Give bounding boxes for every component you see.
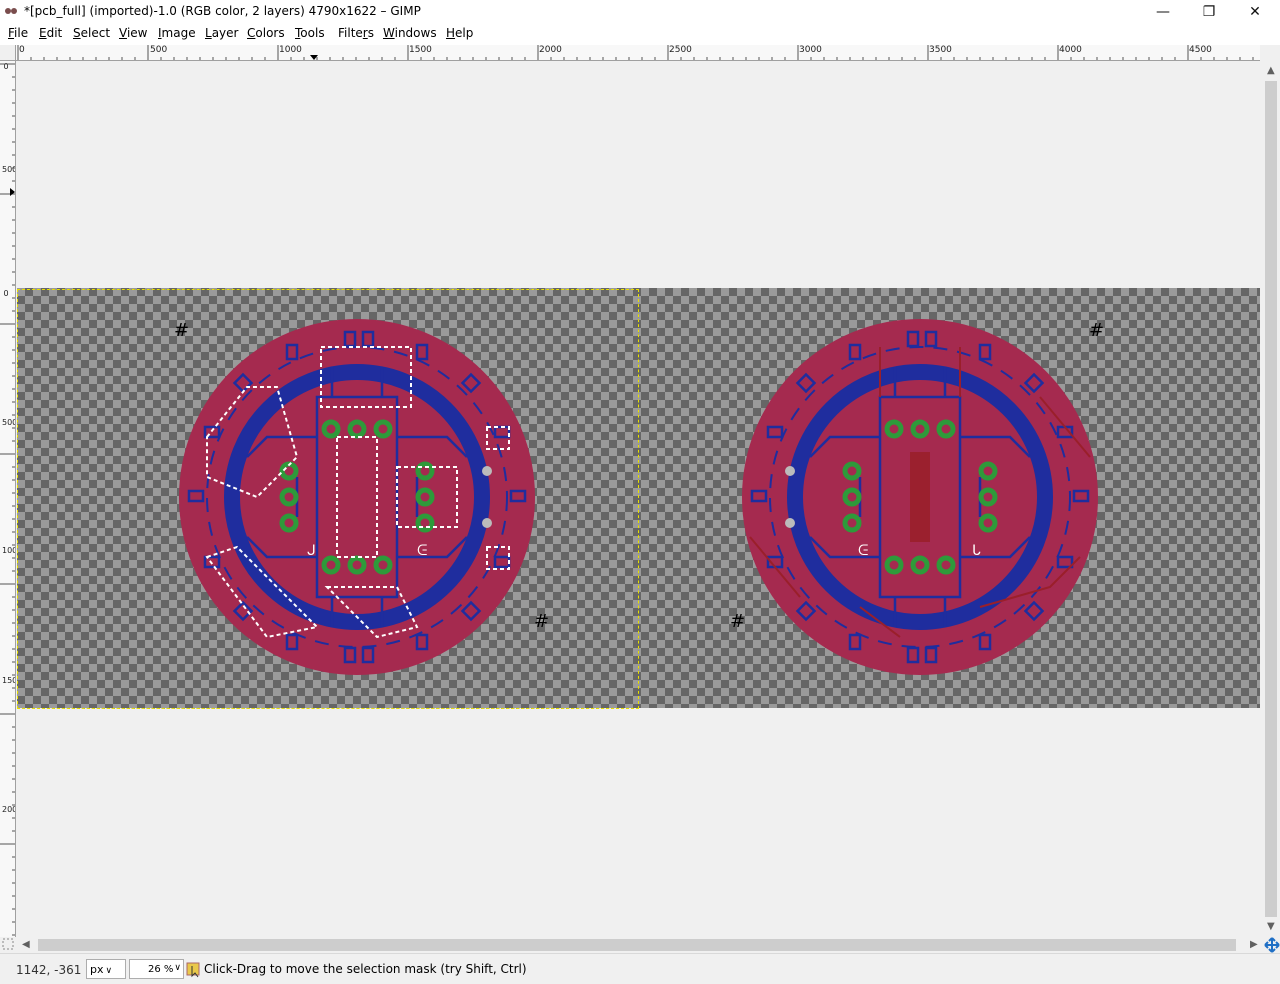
menu-edit[interactable]: Edit xyxy=(39,26,62,40)
quick-mask-toggle[interactable] xyxy=(0,45,16,61)
pcb-bottom-layer: ᕮ ᒐ xyxy=(742,319,1098,675)
horizontal-ruler[interactable]: 0 500 1000 1500 2000 2500 3000 3500 4000… xyxy=(16,45,1260,61)
close-button[interactable]: ✕ xyxy=(1232,0,1278,23)
restore-button[interactable]: ❐ xyxy=(1186,0,1232,23)
window-title: *[pcb_full] (imported)-1.0 (RGB color, 2… xyxy=(24,4,421,18)
menu-help[interactable]: Help xyxy=(446,26,473,40)
horizontal-scroll-thumb[interactable] xyxy=(38,939,1236,951)
zoom-dropdown[interactable]: 26 % ∨ xyxy=(129,959,184,979)
scroll-left-icon[interactable]: ◀ xyxy=(22,939,30,950)
registration-mark: # xyxy=(1089,320,1104,341)
horizontal-scrollbar[interactable]: ◀ ▶ xyxy=(16,937,1260,953)
minimize-icon: — xyxy=(1156,3,1170,20)
silkscreen-text: ᕮ xyxy=(858,543,868,559)
scroll-down-icon[interactable]: ▼ xyxy=(1267,921,1275,932)
menu-colors[interactable]: Colors xyxy=(247,26,285,40)
image-canvas[interactable]: ᒍ ᕮ ᕮ ᒐ # # # # xyxy=(16,61,1260,937)
vertical-ruler-ticks xyxy=(0,63,15,936)
chevron-down-icon: ∨ xyxy=(105,966,113,976)
pointer-position-marker xyxy=(10,188,15,196)
menu-image[interactable]: Image xyxy=(158,26,196,40)
zoom-fit-icon[interactable] xyxy=(1264,937,1280,953)
restore-icon: ❐ xyxy=(1202,3,1216,20)
menu-tools[interactable]: Tools xyxy=(295,26,325,40)
move-tool-icon xyxy=(186,962,200,978)
registration-mark: # xyxy=(730,611,745,632)
horizontal-ruler-ticks xyxy=(17,45,1254,60)
minimize-button[interactable]: — xyxy=(1140,0,1186,23)
menu-filters[interactable]: Filters xyxy=(338,26,374,40)
vertical-ruler[interactable]: 0 500 0 500 1000 1500 2000 xyxy=(0,61,16,937)
menu-file[interactable]: File xyxy=(8,26,28,40)
gimp-app-icon[interactable] xyxy=(4,5,18,17)
vertical-scroll-thumb[interactable] xyxy=(1265,81,1277,917)
menu-windows[interactable]: Windows xyxy=(383,26,437,40)
status-bar: 1142, -361 px ∨ 26 % ∨ Click-Drag to move … xyxy=(0,953,1280,984)
navigate-icon[interactable] xyxy=(2,938,14,950)
silkscreen-text: ᒐ xyxy=(972,543,981,559)
status-message: Click-Drag to move the selection mask (t… xyxy=(204,962,527,976)
menu-select[interactable]: Select xyxy=(73,26,110,40)
scroll-up-icon[interactable]: ▲ xyxy=(1267,65,1275,76)
menu-layer[interactable]: Layer xyxy=(205,26,238,40)
chevron-down-icon: ∨ xyxy=(174,963,181,973)
menu-view[interactable]: View xyxy=(119,26,147,40)
unit-dropdown[interactable]: px ∨ xyxy=(86,959,126,979)
scroll-right-icon[interactable]: ▶ xyxy=(1250,939,1258,950)
pointer-coordinates: 1142, -361 xyxy=(16,963,82,977)
vertical-scrollbar[interactable]: ▲ ▼ xyxy=(1263,61,1280,937)
selection-marching-ants[interactable] xyxy=(17,289,639,709)
close-icon: ✕ xyxy=(1249,3,1261,20)
title-bar: *[pcb_full] (imported)-1.0 (RGB color, 2… xyxy=(0,0,1280,23)
menu-bar: File Edit Select View Image Layer Colors… xyxy=(0,23,1280,45)
